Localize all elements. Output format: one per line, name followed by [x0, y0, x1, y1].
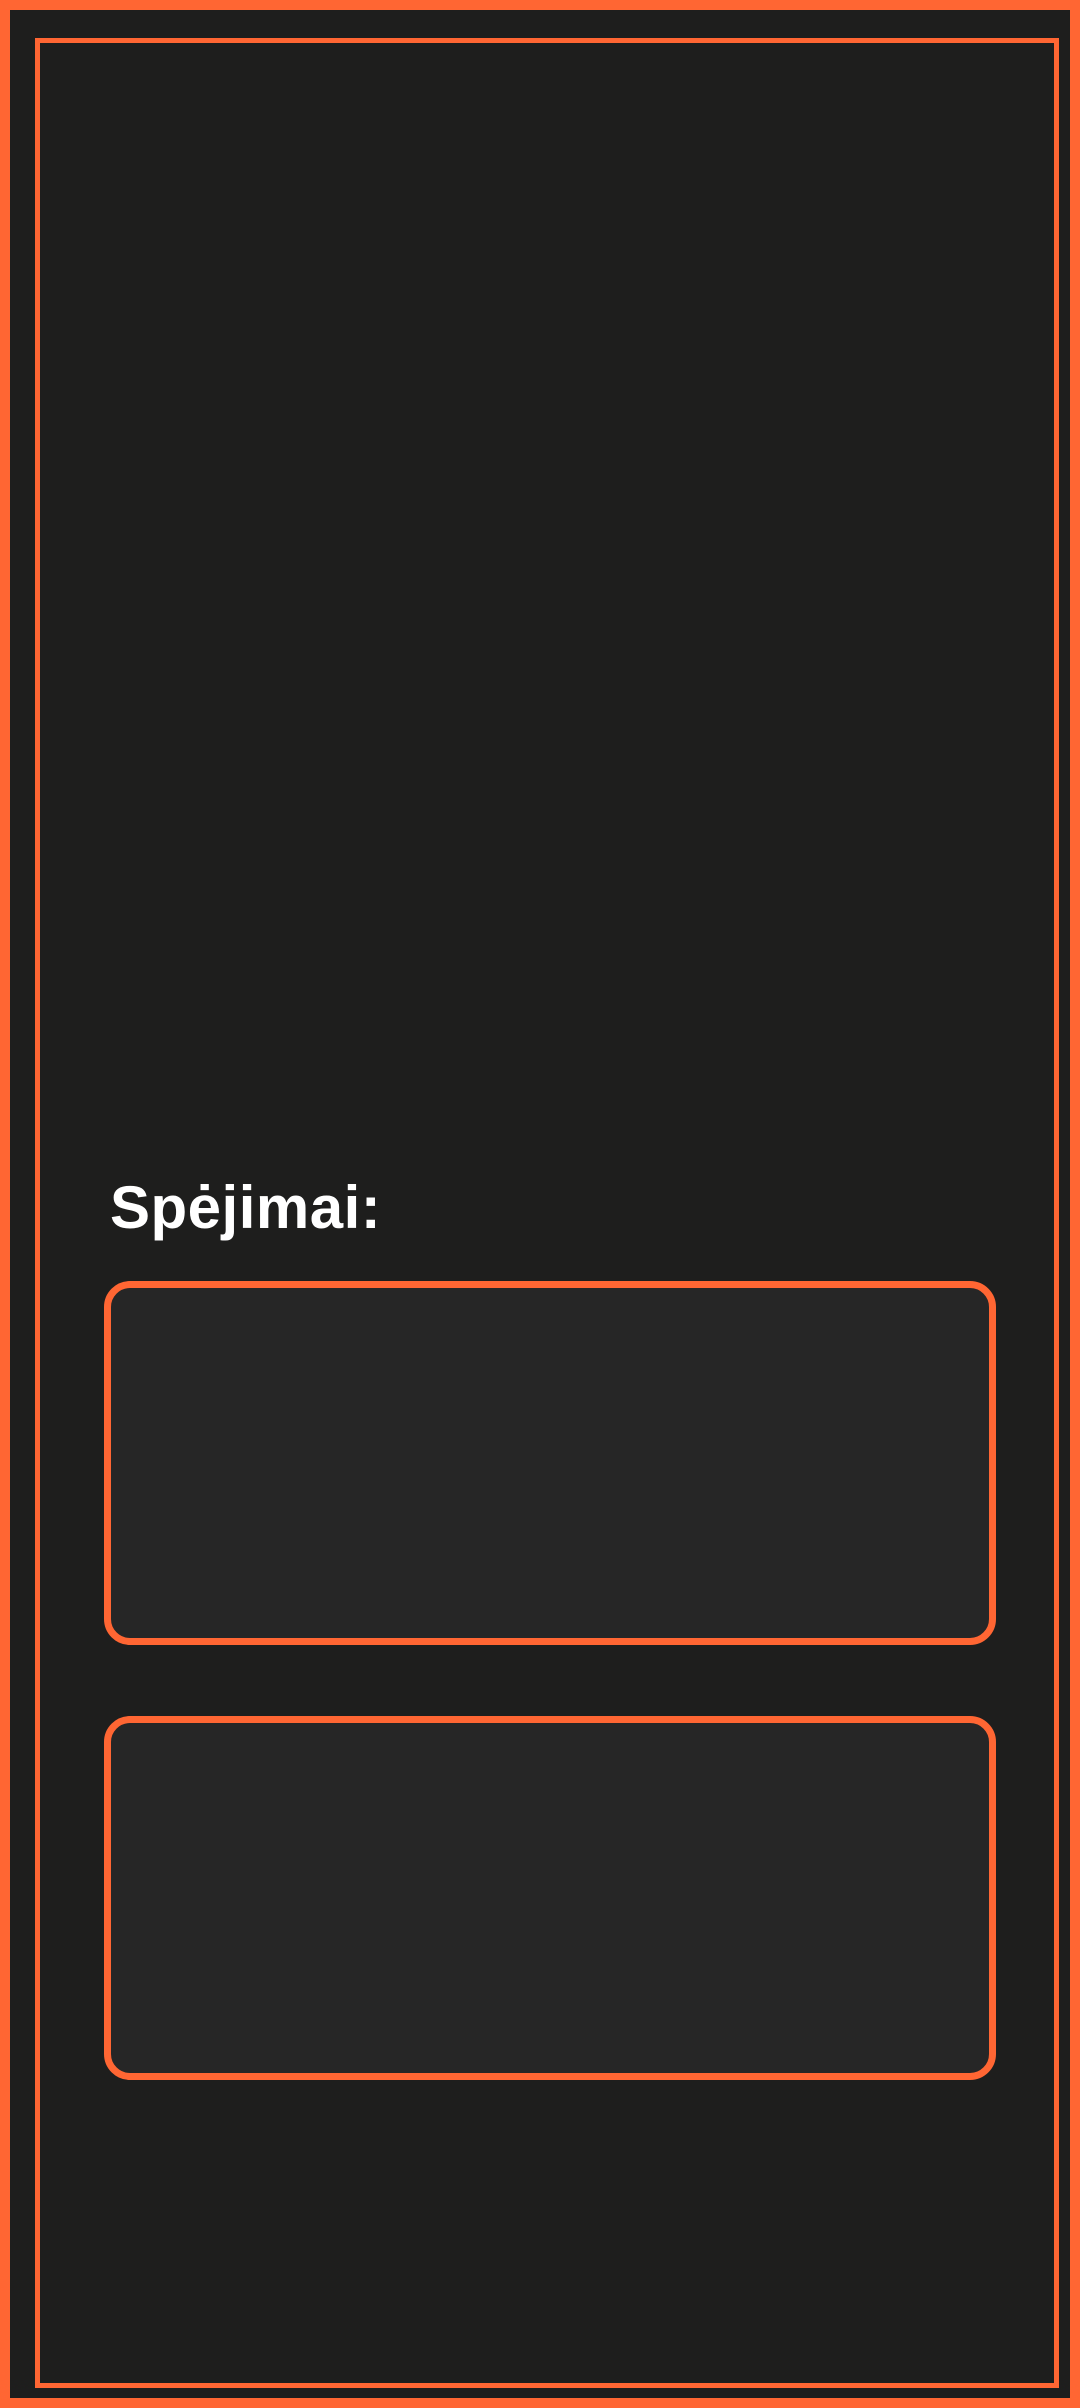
guess-card-2[interactable] [104, 1716, 996, 2080]
guess-card-1[interactable] [104, 1281, 996, 1645]
screen-background: Spėjimai: [10, 10, 1070, 2398]
guesses-title: Spėjimai: [110, 1174, 382, 1241]
